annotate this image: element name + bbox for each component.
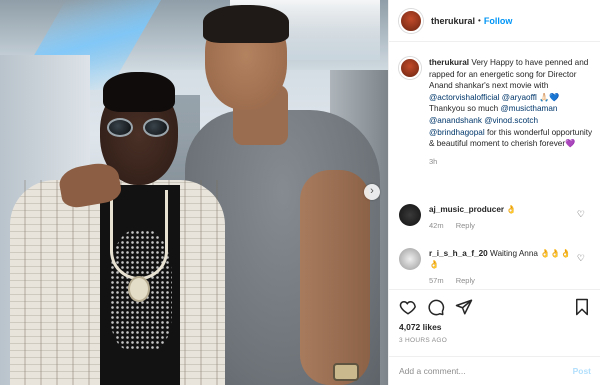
comment-meta: 57m Reply xyxy=(429,275,579,286)
reply-button[interactable]: Reply xyxy=(456,276,475,285)
comment-item: aj_music_producer 👌 42m Reply ♡ xyxy=(399,204,595,231)
comment-input[interactable] xyxy=(399,366,573,376)
caption: therukural Very Happy to have penned and… xyxy=(399,57,595,167)
caption-emoji-2: 💜 xyxy=(565,139,576,149)
photo-pendant xyxy=(128,276,150,302)
action-icons xyxy=(399,298,473,316)
comment-body: r_i_s_h_a_f_20 Waiting Anna 👌👌👌👌 57m Rep… xyxy=(429,248,579,286)
chevron-right-icon[interactable]: › xyxy=(364,184,380,200)
sunglasses-left-lens xyxy=(107,118,133,137)
comment-body: aj_music_producer 👌 42m Reply xyxy=(429,204,579,231)
add-comment-bar: Post xyxy=(389,356,600,385)
mention-link[interactable]: @musicthaman xyxy=(500,104,557,113)
mention-link[interactable]: @anandshank xyxy=(429,116,482,125)
caption-username[interactable]: therukural xyxy=(429,58,469,67)
post-photo[interactable]: › xyxy=(0,0,388,385)
bookmark-icon[interactable] xyxy=(573,298,591,316)
header-separator: • xyxy=(478,16,481,25)
photo-sunglasses xyxy=(107,118,171,138)
mention-link[interactable]: @brindhagopal xyxy=(429,128,485,137)
photo-watch xyxy=(333,363,359,381)
avatar[interactable] xyxy=(399,204,421,226)
avatar[interactable] xyxy=(399,248,421,270)
heart-icon[interactable]: ♡ xyxy=(577,209,585,220)
photo-person-left-hair xyxy=(103,72,175,112)
comment-time[interactable]: 42m xyxy=(429,221,444,230)
follow-button[interactable]: Follow xyxy=(484,16,513,26)
caption-avatar[interactable] xyxy=(399,57,421,79)
likes-count[interactable]: 4,072 likes xyxy=(399,322,442,332)
mention-link[interactable]: @vinod.scotch xyxy=(484,116,538,125)
post-time-ago[interactable]: 3 HOURS AGO xyxy=(399,337,447,344)
mention-link[interactable]: @actorvishalofficial xyxy=(429,93,500,102)
photo-person-right-hair xyxy=(203,5,289,43)
caption-emoji-1: 🙏🏻💙 xyxy=(539,92,560,102)
comment-meta: 42m Reply xyxy=(429,220,579,231)
header-username[interactable]: therukural xyxy=(431,16,475,26)
avatar[interactable] xyxy=(399,8,423,33)
share-icon[interactable] xyxy=(455,298,473,316)
photo-chain xyxy=(110,190,168,280)
heart-icon[interactable]: ♡ xyxy=(577,253,585,264)
post-header: therukural • Follow xyxy=(389,0,600,42)
comment-time[interactable]: 57m xyxy=(429,276,444,285)
mention-link[interactable]: @aryaoffl xyxy=(502,93,537,102)
comment-username[interactable]: aj_music_producer xyxy=(429,205,504,214)
comment-text: 👌 xyxy=(506,205,517,214)
sunglasses-right-lens xyxy=(143,118,169,137)
caption-text-2: Thankyou so much xyxy=(429,104,499,114)
caption-body: therukural Very Happy to have penned and… xyxy=(429,57,595,167)
comment-item: r_i_s_h_a_f_20 Waiting Anna 👌👌👌👌 57m Rep… xyxy=(399,248,595,286)
post-side-panel: therukural • Follow therukural Very Happ… xyxy=(388,0,600,385)
comment-icon[interactable] xyxy=(427,298,445,316)
post-button[interactable]: Post xyxy=(573,366,591,376)
reply-button[interactable]: Reply xyxy=(456,221,475,230)
like-heart-icon[interactable] xyxy=(399,298,417,316)
post-modal: › therukural • Follow therukural Very Ha… xyxy=(0,0,600,385)
photo-person-right-arm xyxy=(300,170,370,385)
comment-username[interactable]: r_i_s_h_a_f_20 xyxy=(429,249,488,258)
caption-time[interactable]: 3h xyxy=(429,156,595,168)
